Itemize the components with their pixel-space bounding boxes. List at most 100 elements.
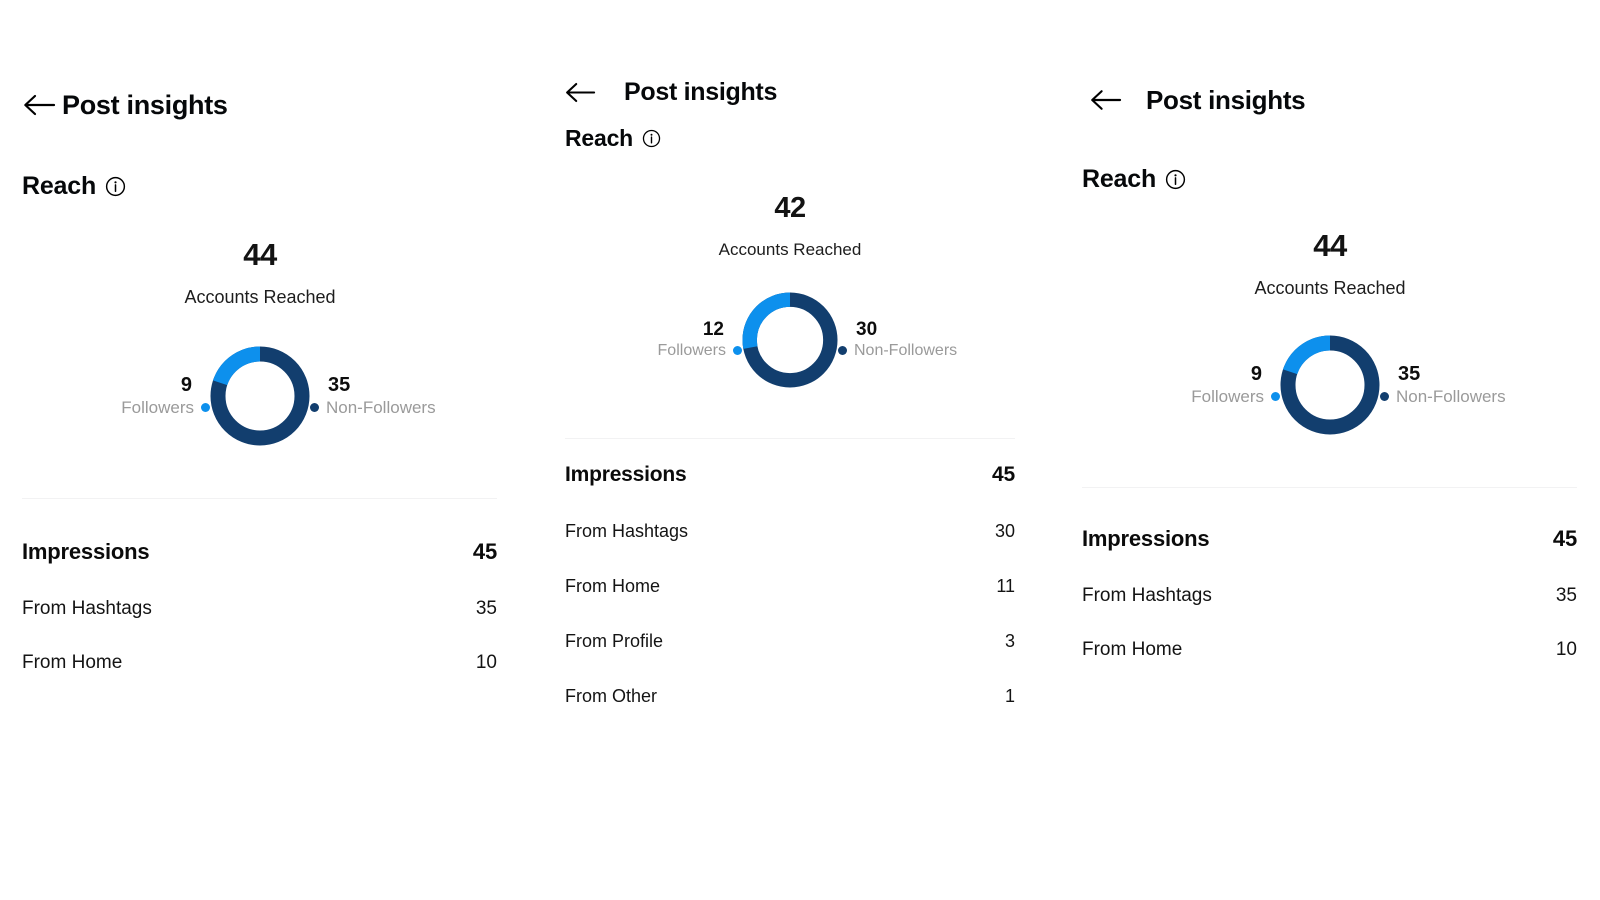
back-button[interactable] xyxy=(1082,83,1128,117)
non-followers-label-text: Non-Followers xyxy=(854,341,958,359)
panel-header: Post insights xyxy=(557,75,1035,109)
impressions-row-label: From Home xyxy=(565,576,661,596)
non-followers-value: 35 xyxy=(328,373,351,396)
reach-donut-chart: 12 Followers 30 Non-Followers xyxy=(545,292,1035,388)
impressions-label: Impressions xyxy=(22,539,150,564)
impressions-row[interactable]: From Home 10 xyxy=(22,652,497,674)
non-followers-legend-label: Non-Followers xyxy=(1380,386,1506,407)
impressions-row-value: 10 xyxy=(475,652,497,673)
reach-label: Reach xyxy=(22,172,97,200)
post-insights-panel-3: Post insights Reach 44 Accounts Reached … xyxy=(1060,0,1600,661)
arrow-left-icon xyxy=(1090,90,1121,110)
accounts-reached-value: 42 xyxy=(774,192,806,224)
post-insights-panel-1: Post insights Reach 44 Accounts Reached … xyxy=(0,0,520,674)
accounts-reached-caption: Accounts Reached xyxy=(184,287,336,307)
impressions-row-value: 3 xyxy=(1004,631,1015,651)
reach-heading: Reach xyxy=(1082,165,1600,194)
impressions-row-value: 11 xyxy=(996,576,1015,596)
impressions-row-value: 10 xyxy=(1555,639,1577,660)
back-button[interactable] xyxy=(557,75,603,109)
reach-label: Reach xyxy=(1082,165,1157,193)
followers-value: 9 xyxy=(180,373,192,396)
legend-followers: 12 Followers xyxy=(602,319,742,361)
section-divider xyxy=(1082,487,1577,488)
reach-label: Reach xyxy=(565,125,634,151)
impressions-header: Impressions 45 xyxy=(1082,526,1577,552)
impressions-row-label: From Hashtags xyxy=(22,598,152,619)
page-title: Post insights xyxy=(1146,84,1306,115)
non-followers-color-dot xyxy=(838,346,847,356)
impressions-row[interactable]: From Hashtags 30 xyxy=(565,521,1015,542)
impressions-row-value: 30 xyxy=(994,521,1015,541)
page-title: Post insights xyxy=(62,89,228,120)
followers-color-dot xyxy=(1271,392,1280,401)
impressions-row-label: From Home xyxy=(1082,639,1183,660)
impressions-row[interactable]: From Other 1 xyxy=(565,686,1015,707)
section-divider xyxy=(565,438,1015,439)
donut-svg xyxy=(1280,335,1380,435)
impressions-label: Impressions xyxy=(565,463,687,486)
section-divider xyxy=(22,498,497,499)
impressions-row-label: From Hashtags xyxy=(565,521,689,541)
reach-donut-chart: 9 Followers 35 Non-Followers xyxy=(1060,335,1600,435)
followers-legend-label: Followers xyxy=(1191,386,1280,407)
legend-non-followers: 35 Non-Followers xyxy=(310,374,460,418)
legend-non-followers: 30 Non-Followers xyxy=(838,319,978,361)
reach-heading: Reach xyxy=(22,172,520,201)
followers-value: 9 xyxy=(1250,362,1262,385)
impressions-row-value: 1 xyxy=(1004,686,1015,706)
info-circle-icon[interactable] xyxy=(642,129,661,148)
panel-header: Post insights xyxy=(1082,83,1600,117)
donut-svg xyxy=(210,346,310,446)
post-insights-board: Post insights Reach 44 Accounts Reached … xyxy=(0,0,1600,900)
followers-color-dot xyxy=(733,346,742,356)
non-followers-label-text: Non-Followers xyxy=(326,397,436,417)
impressions-row[interactable]: From Home 11 xyxy=(565,576,1015,597)
reach-donut-chart: 9 Followers 35 Non-Followers xyxy=(0,346,520,446)
arrow-left-icon xyxy=(24,94,56,116)
panel-header: Post insights xyxy=(16,88,520,122)
impressions-row[interactable]: From Home 10 xyxy=(1082,639,1577,661)
followers-label-text: Followers xyxy=(121,397,194,417)
legend-non-followers: 35 Non-Followers xyxy=(1380,363,1530,407)
followers-value: 12 xyxy=(702,319,724,341)
impressions-row-label: From Profile xyxy=(565,631,664,651)
non-followers-value: 35 xyxy=(1398,362,1421,385)
impressions-row[interactable]: From Hashtags 35 xyxy=(1082,585,1577,607)
legend-followers: 9 Followers xyxy=(1130,363,1280,407)
impressions-label: Impressions xyxy=(1082,526,1210,551)
page-title: Post insights xyxy=(624,77,778,106)
impressions-row-label: From Hashtags xyxy=(1082,585,1212,606)
followers-legend-label: Followers xyxy=(121,397,210,418)
impressions-row[interactable]: From Hashtags 35 xyxy=(22,598,497,620)
non-followers-label-text: Non-Followers xyxy=(1396,386,1506,406)
arrow-left-icon xyxy=(566,82,596,102)
accounts-reached-caption: Accounts Reached xyxy=(718,240,862,259)
impressions-total: 45 xyxy=(472,539,497,564)
legend-followers: 9 Followers xyxy=(60,374,210,418)
non-followers-value: 30 xyxy=(856,319,878,341)
impressions-row-label: From Other xyxy=(565,686,658,706)
impressions-row[interactable]: From Profile 3 xyxy=(565,631,1015,652)
donut-svg xyxy=(742,292,838,388)
non-followers-legend-label: Non-Followers xyxy=(310,397,436,418)
impressions-total: 45 xyxy=(992,463,1015,486)
impressions-row-label: From Home xyxy=(22,652,123,673)
impressions-header: Impressions 45 xyxy=(22,539,497,565)
non-followers-color-dot xyxy=(310,403,319,412)
accounts-reached-value: 44 xyxy=(243,237,277,272)
impressions-header: Impressions 45 xyxy=(565,463,1015,487)
impressions-row-value: 35 xyxy=(1555,585,1577,606)
post-insights-panel-2: Post insights Reach 42 Accounts Reached … xyxy=(545,0,1035,707)
accounts-reached-caption: Accounts Reached xyxy=(1254,278,1406,298)
info-circle-icon[interactable] xyxy=(105,176,126,197)
non-followers-legend-label: Non-Followers xyxy=(838,341,957,361)
info-circle-icon[interactable] xyxy=(1165,169,1186,190)
reach-heading: Reach xyxy=(565,125,1035,152)
non-followers-color-dot xyxy=(1380,392,1389,401)
followers-color-dot xyxy=(201,403,210,412)
followers-label-text: Followers xyxy=(1191,386,1264,406)
followers-label-text: Followers xyxy=(657,341,726,359)
back-button[interactable] xyxy=(16,88,62,122)
impressions-row-value: 35 xyxy=(475,598,497,619)
